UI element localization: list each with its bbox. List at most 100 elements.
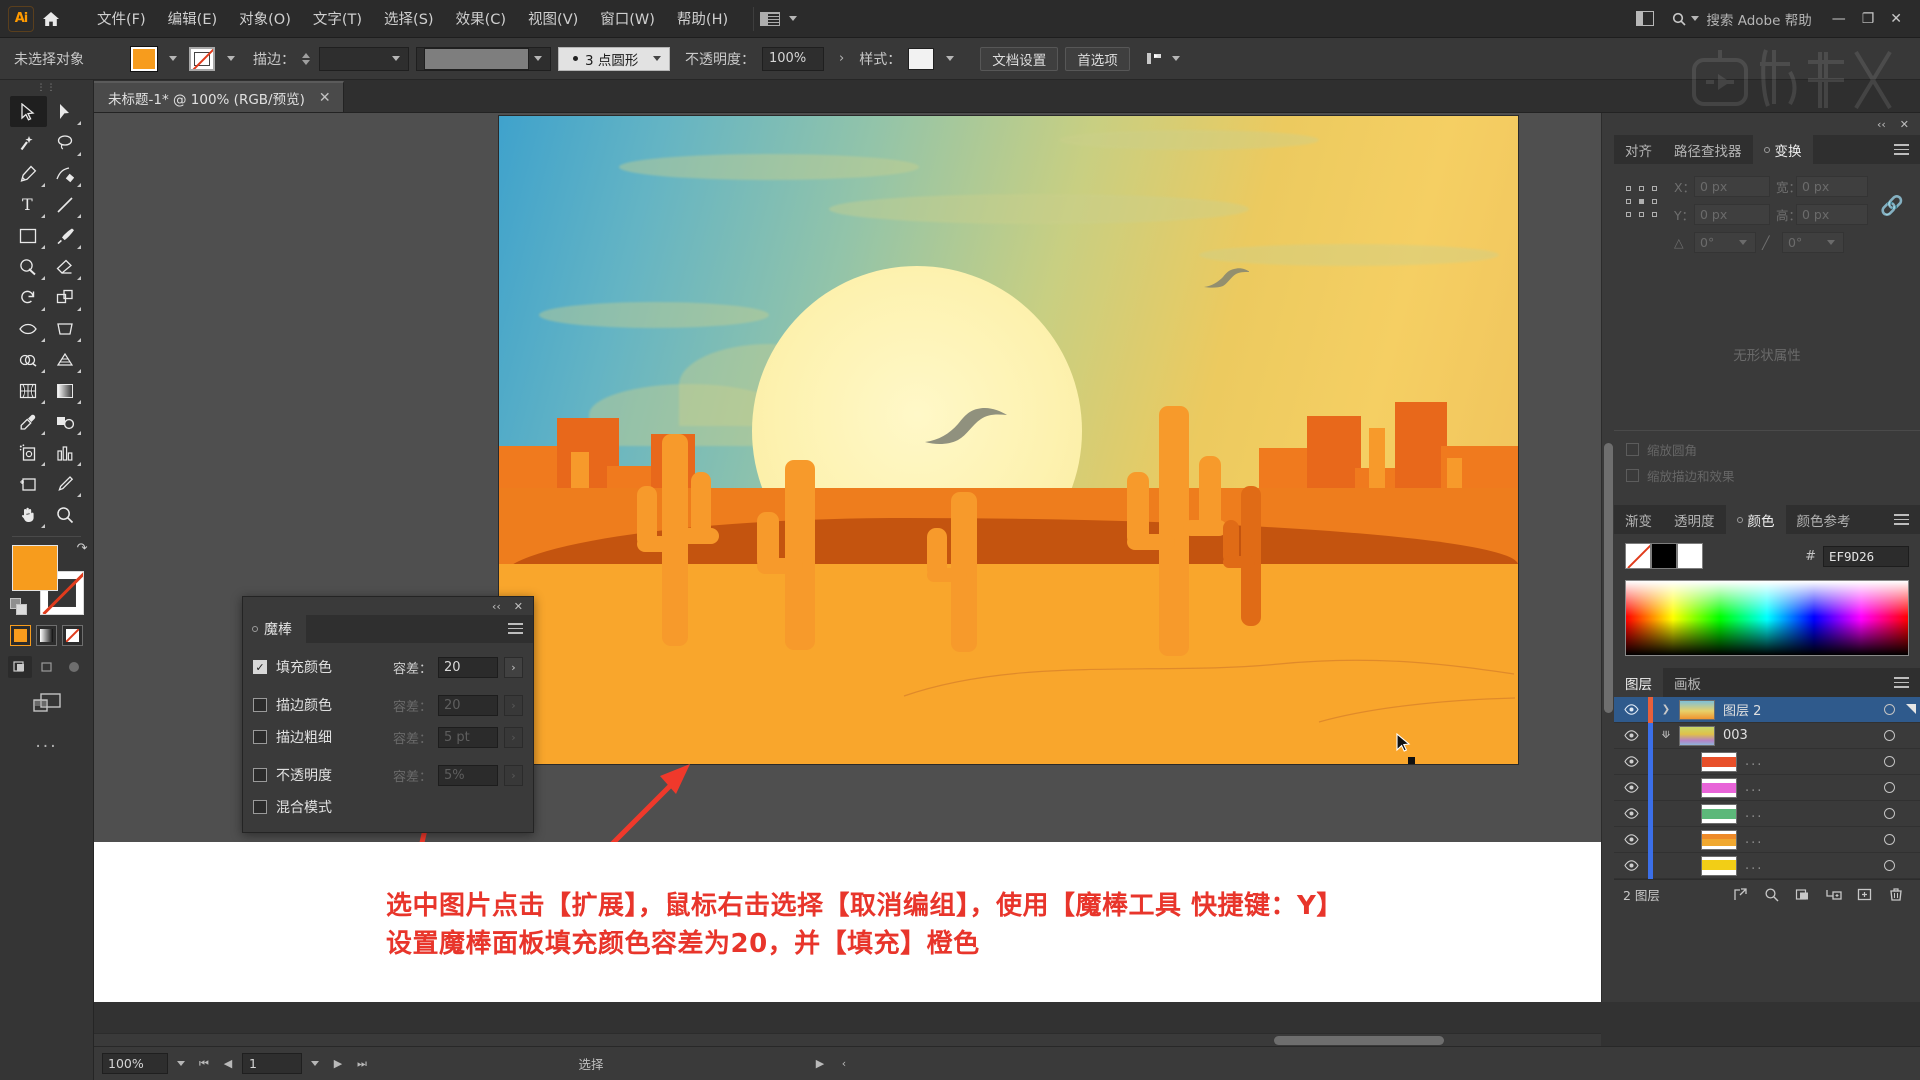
rectangle-tool[interactable]: [10, 220, 47, 251]
tab-align[interactable]: 对齐: [1614, 135, 1663, 164]
scale-corners-option[interactable]: 缩放圆角: [1626, 440, 1908, 459]
make-clipping-mask-icon[interactable]: [1787, 887, 1818, 902]
menu-view[interactable]: 视图(V): [517, 2, 589, 35]
layer-visibility-icon[interactable]: [1614, 860, 1648, 871]
page-number-input[interactable]: 1: [242, 1053, 302, 1074]
menu-window[interactable]: 窗口(W): [589, 2, 666, 35]
tab-color[interactable]: 颜色: [1725, 505, 1786, 534]
layer-visibility-icon[interactable]: [1614, 756, 1648, 767]
layer-target-icon[interactable]: [1872, 860, 1906, 871]
menu-help[interactable]: 帮助(H): [666, 2, 739, 35]
minimize-button[interactable]: —: [1832, 11, 1846, 27]
first-page-icon[interactable]: ⏮: [194, 1057, 214, 1071]
width-tool[interactable]: [10, 313, 47, 344]
menu-edit[interactable]: 编辑(E): [157, 2, 228, 35]
document-setup-button[interactable]: 文档设置: [980, 46, 1059, 71]
graphic-style-swatch[interactable]: [908, 47, 935, 70]
brush-definition-select[interactable]: 3 点圆形: [558, 46, 670, 71]
canvas-vertical-scrollbar[interactable]: [1601, 113, 1614, 1002]
mesh-tool[interactable]: [10, 375, 47, 406]
table-row[interactable]: ...: [1614, 800, 1920, 827]
canvas-horizontal-scrollbar[interactable]: [94, 1033, 1601, 1046]
magic-wand-row-stroke-color[interactable]: 描边颜色 容差： 20 ›: [253, 689, 523, 721]
lasso-tool[interactable]: [47, 127, 84, 158]
constrain-proportions-icon[interactable]: 🔗: [1880, 194, 1904, 217]
fill-swatch[interactable]: [131, 46, 157, 71]
white-swatch[interactable]: [1677, 543, 1703, 569]
prev-page-icon[interactable]: ◀: [218, 1057, 238, 1070]
layer-name[interactable]: ...: [1745, 754, 1872, 769]
status-menu-icon[interactable]: ▶: [810, 1057, 830, 1070]
fill-chevron-icon[interactable]: [169, 56, 177, 61]
magic-wand-panel[interactable]: ‹‹ ✕ 魔棒 填充颜色 容差： 20 ›: [242, 596, 534, 833]
table-row[interactable]: ⟱ 003: [1614, 722, 1920, 749]
stroke-width-stepper[interactable]: [302, 52, 310, 65]
tab-transparency[interactable]: 透明度: [1663, 505, 1726, 534]
stroke-chevron-icon[interactable]: [227, 56, 235, 61]
delete-layer-icon[interactable]: [1880, 887, 1911, 902]
curvature-tool[interactable]: [47, 158, 84, 189]
table-row[interactable]: ...: [1614, 774, 1920, 801]
fill-color-swatch[interactable]: [11, 545, 58, 591]
direct-selection-tool[interactable]: [47, 96, 84, 127]
collapse-icon[interactable]: ‹‹: [1877, 118, 1886, 131]
paintbrush-tool[interactable]: [47, 220, 84, 251]
scrollbar-thumb[interactable]: [1274, 1036, 1444, 1045]
magic-wand-tool[interactable]: [10, 127, 47, 158]
close-icon[interactable]: ✕: [514, 600, 523, 613]
gradient-mode-button[interactable]: [36, 625, 57, 646]
color-swatch-mode-button[interactable]: [10, 625, 31, 646]
search-layer-icon[interactable]: [1756, 887, 1787, 902]
layer-target-icon[interactable]: [1872, 782, 1906, 793]
layer-visibility-icon[interactable]: [1614, 730, 1648, 741]
menu-type[interactable]: 文字(T): [302, 2, 373, 35]
align-control[interactable]: [1146, 51, 1185, 66]
last-page-icon[interactable]: ⏭: [352, 1057, 372, 1071]
menu-effect[interactable]: 效果(C): [445, 2, 517, 35]
none-swatch[interactable]: [1625, 543, 1651, 569]
layer-visibility-icon[interactable]: [1614, 834, 1648, 845]
panel-menu-icon[interactable]: [508, 623, 523, 637]
workspace-switcher[interactable]: [753, 6, 808, 31]
h-input[interactable]: 0 px: [1796, 204, 1868, 225]
table-row[interactable]: ...: [1614, 748, 1920, 775]
tools-panel-handle[interactable]: ⋮⋮: [0, 80, 93, 96]
swap-fill-stroke-icon[interactable]: ↷: [77, 541, 88, 556]
artboard-tool[interactable]: [10, 468, 47, 499]
scale-tool[interactable]: [47, 282, 84, 313]
table-row[interactable]: ...: [1614, 826, 1920, 853]
selection-tool[interactable]: [10, 96, 47, 127]
table-row[interactable]: ❯ 图层 2: [1614, 696, 1920, 723]
close-window-button[interactable]: ✕: [1890, 11, 1902, 27]
opacity-input[interactable]: 100%: [762, 46, 824, 71]
opacity-checkbox[interactable]: [253, 768, 267, 782]
tab-artboards[interactable]: 画板: [1663, 668, 1712, 697]
layer-name[interactable]: 003: [1723, 728, 1872, 743]
opacity-options-icon[interactable]: ›: [839, 51, 844, 66]
create-new-layer-icon[interactable]: [1849, 887, 1880, 902]
stroke-width-select[interactable]: [319, 46, 409, 71]
draw-normal-button[interactable]: [7, 656, 32, 678]
panel-menu-icon[interactable]: [1894, 677, 1909, 691]
slice-tool[interactable]: [47, 468, 84, 499]
menu-file[interactable]: 文件(F): [86, 2, 157, 35]
restore-button[interactable]: ❐: [1862, 11, 1875, 27]
color-spectrum-picker[interactable]: [1625, 580, 1909, 656]
search-help[interactable]: 搜索 Adobe 帮助: [1672, 9, 1812, 29]
layer-name[interactable]: ...: [1745, 832, 1872, 847]
stroke-profile-select[interactable]: [416, 46, 551, 71]
shape-builder-tool[interactable]: [10, 344, 47, 375]
draw-behind-button[interactable]: [35, 656, 59, 678]
default-fill-stroke-icon[interactable]: [9, 598, 27, 615]
tab-transform[interactable]: 变换: [1752, 135, 1813, 164]
style-chevron-icon[interactable]: [946, 56, 955, 61]
panel-menu-icon[interactable]: [1894, 144, 1909, 158]
rotate-tool[interactable]: [10, 282, 47, 313]
column-graph-tool[interactable]: [47, 437, 84, 468]
gradient-tool[interactable]: [47, 375, 84, 406]
menu-select[interactable]: 选择(S): [373, 2, 445, 35]
layer-name[interactable]: ...: [1745, 780, 1872, 795]
tab-pathfinder[interactable]: 路径查找器: [1663, 135, 1753, 164]
line-segment-tool[interactable]: [47, 189, 84, 220]
more-tools-button[interactable]: ...: [0, 732, 93, 752]
